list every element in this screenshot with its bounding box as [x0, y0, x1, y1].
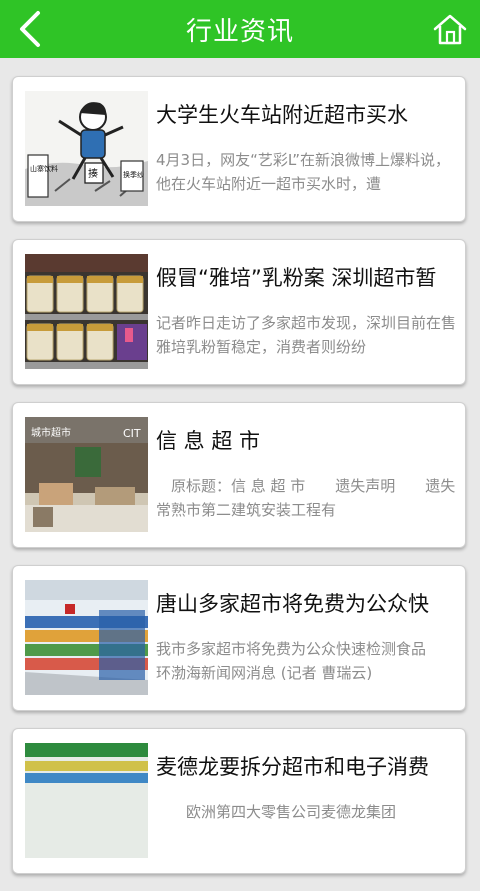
article-item[interactable]: 假冒“雅培”乳粉案 深圳超市暂 记者昨日走访了多家超市发现，深圳目前在售雅培乳粉… — [12, 239, 466, 385]
article-title: 唐山多家超市将免费为公众快 — [156, 592, 429, 616]
article-item[interactable]: 山寨饮料 揍 换季纱 大学生火车站附近超市买水 4月3日，网友“艺彩L”在新浪微… — [12, 76, 466, 222]
supermarket-entrance-image: 城市超市 CIT — [25, 417, 148, 532]
home-button[interactable] — [428, 8, 472, 50]
back-button[interactable] — [10, 8, 50, 50]
page-title: 行业资讯 — [185, 16, 294, 47]
article-summary: 4月3日，网友“艺彩L”在新浪微博上爆料说，他在火车站附近一超市买水时，遭 — [156, 151, 451, 193]
chevron-left-icon — [20, 11, 40, 47]
article-title: 麦德龙要拆分超市和电子消费 — [156, 755, 429, 779]
article-item[interactable]: 城市超市 CIT 信 息 超 市 原标题：信 息 超 市 遗失声明 遗失常熟市第… — [12, 402, 466, 548]
article-title: 大学生火车站附近超市买水 — [156, 103, 408, 127]
electronics-store-image — [25, 743, 148, 858]
top-navigation-bar: 行业资讯 — [0, 0, 480, 58]
article-item[interactable]: 麦德龙要拆分超市和电子消费 欧洲第四大零售公司麦德龙集团 — [12, 728, 466, 874]
thumb-label: 山寨饮料 — [30, 164, 58, 173]
article-title: 假冒“雅培”乳粉案 深圳超市暂 — [156, 266, 437, 290]
milk-powder-shelf-image — [25, 254, 148, 369]
article-thumbnail — [25, 254, 148, 369]
article-summary: 欧洲第四大零售公司麦德龙集团 — [156, 803, 397, 821]
article-summary: 我市多家超市将免费为公众快速检测食品 环渤海新闻网消息 (记者 曹瑞云) — [156, 640, 456, 682]
article-summary: 原标题：信 息 超 市 遗失声明 遗失常熟市第二建筑安装工程有 — [156, 477, 456, 519]
thumb-label: CIT — [123, 427, 141, 440]
store-aisle-image — [25, 580, 148, 695]
cartoon-image: 山寨饮料 揍 换季纱 — [25, 91, 148, 206]
article-list: 山寨饮料 揍 换季纱 大学生火车站附近超市买水 4月3日，网友“艺彩L”在新浪微… — [12, 76, 466, 891]
article-thumbnail — [25, 580, 148, 695]
article-title: 信 息 超 市 — [156, 429, 261, 453]
thumb-label: 揍 — [88, 167, 98, 180]
article-thumbnail: 城市超市 CIT — [25, 417, 148, 532]
thumb-label: 城市超市 — [31, 426, 71, 439]
home-icon — [433, 14, 467, 45]
article-item[interactable]: 唐山多家超市将免费为公众快 我市多家超市将免费为公众快速检测食品 环渤海新闻网消… — [12, 565, 466, 711]
article-thumbnail: 山寨饮料 揍 换季纱 — [25, 91, 148, 206]
article-summary: 记者昨日走访了多家超市发现，深圳目前在售雅培乳粉暂稳定，消费者则纷纷 — [156, 314, 456, 356]
thumb-label: 换季纱 — [123, 170, 144, 179]
article-thumbnail — [25, 743, 148, 858]
